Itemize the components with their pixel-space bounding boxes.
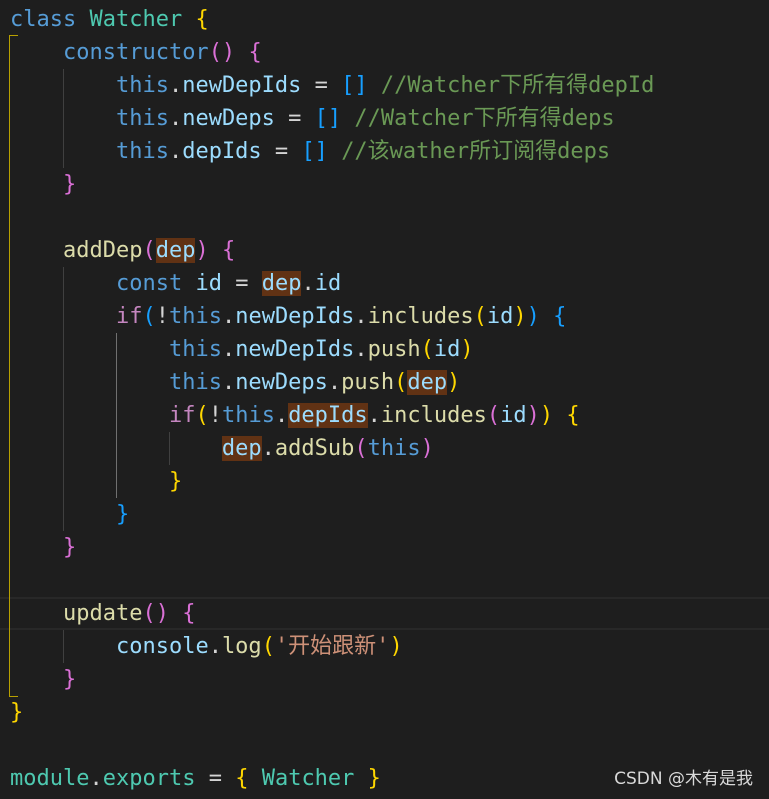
variable: id [500,403,527,428]
keyword: this [221,403,275,428]
keyword: this [168,304,222,329]
comment: //该wather所订阅得deps [341,139,611,164]
keyword: this [367,436,421,461]
comment: //Watcher下所有得depId [380,73,655,98]
code-line: } [62,172,77,197]
keyword: if [115,304,143,329]
code-line: if(!this.depIds.includes(id)) { [168,403,580,428]
property: newDepIds [182,73,302,98]
code-line: this.newDeps.push(dep) [168,370,461,395]
code-line: } [62,667,77,692]
property: newDeps [182,106,275,131]
code-line: constructor() { [62,40,262,65]
method-call: push [341,370,395,395]
code-line: this.newDepIds.push(id) [168,337,474,362]
method-call: log [221,634,262,659]
method-call: includes [380,403,487,428]
class-name: Watcher [89,7,183,32]
variable: module [10,766,90,791]
code-line: this.depIds = [] //该wather所订阅得deps [115,139,611,164]
code-line: if(!this.newDepIds.includes(id)) { [115,304,567,329]
keyword: const [115,271,183,296]
variable: dep [407,370,448,395]
variable: id [486,304,514,329]
code-line: update() { [62,601,196,626]
code-line: } [10,700,24,725]
code-line: console.log('开始跟新') [115,634,403,659]
property: depIds [288,403,368,428]
property: newDeps [235,370,328,395]
code-line: module.exports = { Watcher } [10,766,381,791]
variable: id [195,271,222,296]
parameter: dep [155,238,196,263]
class-name: Watcher [261,766,355,791]
property: newDepIds [235,337,355,362]
keyword: this [115,73,169,98]
keyword: this [115,106,169,131]
code-line: const id = dep.id [115,271,342,296]
code-line: } [62,535,77,560]
method-name: addDep [62,238,143,263]
keyword: class [10,7,77,32]
code-line: } [168,469,183,494]
variable: id [433,337,461,362]
code-line: } [115,502,130,527]
code-line: dep.addSub(this) [221,436,434,461]
code-line: class Watcher { [10,7,209,32]
property: depIds [182,139,262,164]
method-call: addSub [274,436,355,461]
method-call: push [367,337,421,362]
variable: dep [221,436,262,461]
method-name: update [62,601,143,626]
string-literal: '开始跟新' [274,634,390,659]
keyword: this [168,370,222,395]
property: id [314,271,342,296]
keyword: this [115,139,169,164]
property: newDepIds [235,304,355,329]
code-line: this.newDeps = [] //Watcher下所有得deps [115,106,615,131]
variable: dep [261,271,302,296]
code-line: this.newDepIds = [] //Watcher下所有得depId [115,73,655,98]
keyword: if [168,403,196,428]
comment: //Watcher下所有得deps [354,106,615,131]
property: exports [102,766,196,791]
method-call: includes [367,304,474,329]
code-line: addDep(dep) { [62,238,236,263]
watermark: CSDN @木有是我 [614,769,753,789]
code-editor[interactable]: class Watcher { constructor() { this.new… [0,0,769,799]
keyword: this [168,337,222,362]
keyword: constructor [62,40,209,65]
variable: console [115,634,209,659]
